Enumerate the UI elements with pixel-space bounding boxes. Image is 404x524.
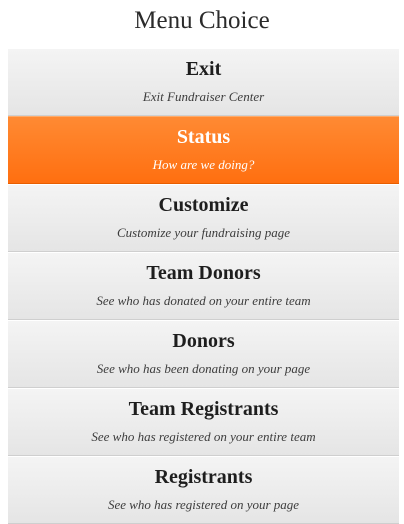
menu-item-team-donors[interactable]: Team Donors See who has donated on your … (8, 252, 399, 320)
menu-item-label: Status (176, 126, 231, 148)
menu-item-registrants[interactable]: Registrants See who has registered on yo… (8, 456, 399, 524)
menu-item-status[interactable]: Status How are we doing? (8, 116, 399, 184)
menu-item-exit[interactable]: Exit Exit Fundraiser Center (8, 48, 399, 116)
menu-item-description: See who has registered on your page (107, 497, 300, 512)
menu-item-label: Donors (172, 330, 235, 352)
menu-item-label: Registrants (154, 466, 253, 488)
page-title: Menu Choice (134, 7, 270, 34)
menu-item-donors[interactable]: Donors See who has been donating on your… (8, 320, 399, 388)
menu-item-label: Customize (158, 194, 249, 216)
menu-item-description: Exit Fundraiser Center (142, 89, 265, 104)
menu-list: Exit Exit Fundraiser Center Status How a… (8, 48, 399, 524)
menu-item-description: See who has registered on your entire te… (91, 429, 316, 444)
menu-item-customize[interactable]: Customize Customize your fundraising pag… (8, 184, 399, 252)
menu-item-description: See who has donated on your entire team (96, 293, 311, 308)
menu-item-label: Exit (185, 58, 222, 80)
menu-item-label: Team Registrants (128, 398, 279, 420)
menu-item-description: How are we doing? (152, 157, 255, 172)
menu-item-description: See who has been donating on your page (96, 361, 311, 376)
menu-item-description: Customize your fundraising page (117, 225, 290, 240)
menu-item-team-registrants[interactable]: Team Registrants See who has registered … (8, 388, 399, 456)
menu-item-label: Team Donors (146, 262, 261, 284)
